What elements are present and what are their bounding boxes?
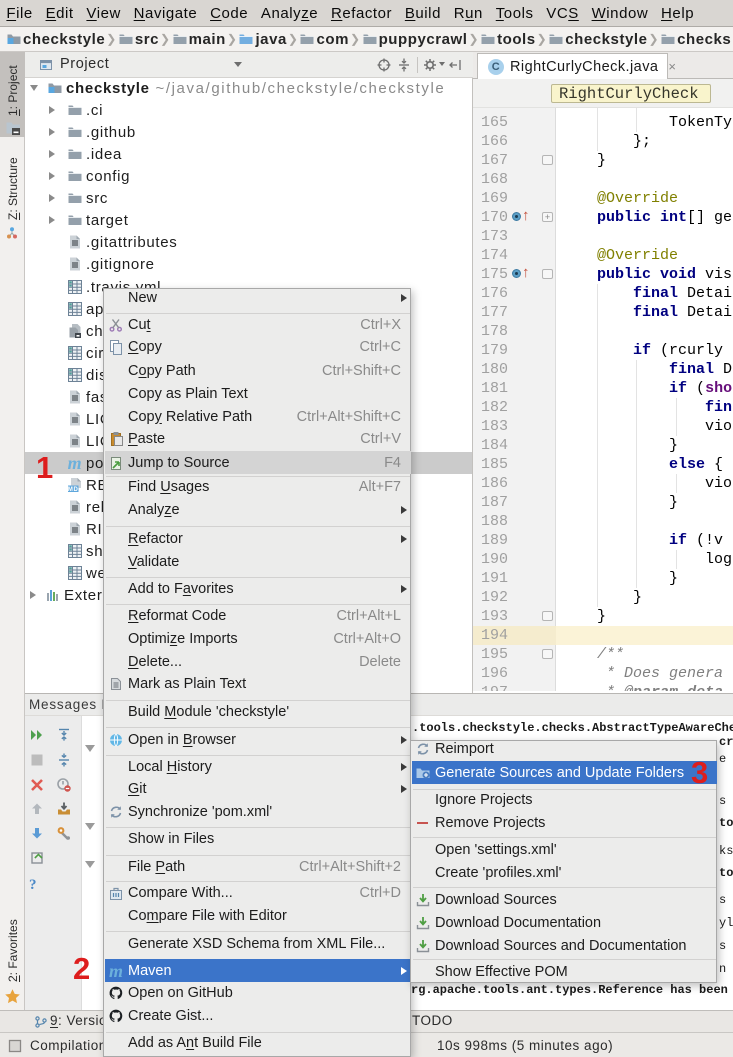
svg-text:MD: MD	[68, 487, 79, 493]
